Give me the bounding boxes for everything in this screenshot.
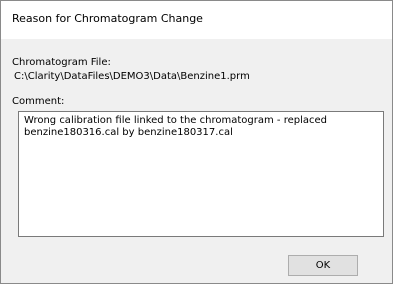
- reason-dialog: Reason for Chromatogram Change Chromatog…: [0, 0, 393, 284]
- comment-textarea[interactable]: Wrong calibration file linked to the chr…: [18, 111, 384, 237]
- chromatogram-file-path: C:\Clarity\DataFiles\DEMO3\Data\Benzine1…: [14, 71, 250, 82]
- title-bar[interactable]: Reason for Chromatogram Change: [1, 1, 392, 39]
- comment-label: Comment:: [12, 96, 65, 107]
- comment-text: Wrong calibration file linked to the chr…: [24, 115, 331, 138]
- chromatogram-file-label: Chromatogram File:: [12, 57, 111, 68]
- dialog-title: Reason for Chromatogram Change: [12, 12, 203, 25]
- ok-button[interactable]: OK: [288, 255, 358, 276]
